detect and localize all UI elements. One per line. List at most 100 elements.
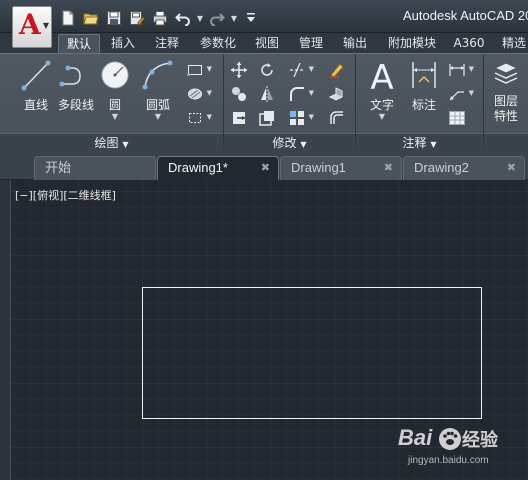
autocad-logo: A — [19, 8, 41, 41]
chevron-down-icon: ▼ — [42, 21, 49, 30]
polyline-icon — [59, 65, 81, 87]
array-button[interactable]: ▼ — [286, 108, 314, 128]
chevron-down-icon: ▼ — [122, 140, 129, 149]
fillet-button[interactable]: ▼ — [286, 84, 314, 104]
erase-button[interactable] — [326, 60, 348, 80]
title-bar: ▼ ▼ Autodesk AutoCAD 20 — [0, 0, 528, 33]
window-title: Autodesk AutoCAD 20 — [403, 8, 528, 23]
circle-label: 圆 — [108, 98, 121, 112]
mirror-button[interactable] — [256, 84, 278, 104]
table-button[interactable] — [446, 108, 468, 128]
explode-button[interactable] — [326, 84, 348, 104]
undo-dropdown-icon[interactable]: ▼ — [196, 14, 204, 23]
open-icon[interactable] — [81, 9, 101, 27]
baidu-watermark: Bai 经验 jingyan.baidu.com — [398, 425, 518, 471]
close-icon[interactable]: ✖ — [507, 157, 516, 179]
fillet-icon — [290, 87, 304, 101]
layer-properties-label-1: 图层 — [493, 94, 518, 108]
chevron-down-icon: ▼ — [300, 140, 307, 149]
paw-icon — [439, 428, 461, 450]
boundary-icon — [189, 113, 201, 123]
plot-icon[interactable] — [150, 9, 170, 27]
undo-icon[interactable] — [173, 9, 193, 27]
linear-dimension-icon — [449, 64, 465, 76]
scale-icon — [259, 111, 274, 126]
line-button[interactable]: 直线 — [18, 58, 54, 113]
text-icon: A — [370, 58, 393, 92]
tab-start[interactable]: 开始 — [34, 156, 156, 180]
tab-parametric[interactable]: 参数化 — [192, 34, 244, 53]
dimension-label: 标注 — [411, 98, 436, 112]
leader-button[interactable]: ▼ — [446, 84, 474, 104]
new-icon[interactable] — [58, 9, 78, 27]
watermark-url: jingyan.baidu.com — [408, 455, 489, 466]
polyline-button[interactable]: 多段线 — [56, 58, 96, 113]
dimension-button[interactable]: 标注 — [406, 58, 442, 113]
arc-icon — [142, 60, 173, 90]
array-icon — [290, 111, 304, 125]
tab-annotate[interactable]: 注释 — [148, 34, 186, 53]
tab-drawing2[interactable]: Drawing2 ✖ — [403, 156, 525, 180]
boundary-tool-button[interactable]: ▼ — [184, 108, 212, 128]
layer-properties-icon — [493, 62, 519, 84]
save-as-icon[interactable] — [127, 9, 147, 27]
chevron-down-icon: ▼ — [111, 112, 119, 121]
stretch-button[interactable] — [228, 108, 250, 128]
file-tab-bar: 开始 Drawing1* ✖ Drawing1 ✖ Drawing2 ✖ — [0, 150, 528, 180]
viewport-controls[interactable]: [−][俯视][二维线框] — [15, 187, 116, 203]
offset-button[interactable] — [326, 108, 348, 128]
trim-icon — [290, 62, 304, 78]
rotate-button[interactable] — [256, 60, 278, 80]
trim-button[interactable]: ▼ — [286, 60, 314, 80]
polyline-label: 多段线 — [57, 98, 94, 112]
application-menu-button[interactable]: A ▼ — [12, 6, 52, 48]
modify-panel: ▼ ▼ ▼ 修改 ▼ — [224, 54, 356, 151]
copy-button[interactable] — [228, 84, 250, 104]
modify-panel-title[interactable]: 修改 ▼ — [224, 133, 355, 151]
draw-panel-title[interactable]: 绘图 ▼ — [0, 133, 223, 151]
tab-a360[interactable]: A360 — [448, 34, 490, 53]
hatch-tool-button[interactable]: ▼ — [184, 84, 212, 104]
redo-icon[interactable] — [207, 9, 227, 27]
tab-view[interactable]: 视图 — [248, 34, 286, 53]
tab-output[interactable]: 输出 — [336, 34, 374, 53]
tab-default[interactable]: 默认 — [58, 34, 100, 53]
customize-icon[interactable] — [241, 9, 261, 27]
watermark-brand-cn: 经验 — [462, 430, 498, 451]
text-button[interactable]: A 文字 ▼ — [364, 58, 400, 121]
offset-icon — [330, 111, 343, 124]
tab-drawing1-label: Drawing1 — [291, 160, 346, 175]
close-icon[interactable]: ✖ — [384, 157, 393, 179]
tab-drawing1-modified-label: Drawing1* — [168, 160, 228, 175]
rotate-icon — [261, 63, 273, 76]
layer-properties-button[interactable]: 图层 特性 — [486, 58, 526, 124]
ribbon-tab-bar: 默认 插入 注释 参数化 视图 管理 输出 附加模块 A360 精选 — [0, 33, 528, 53]
close-icon[interactable]: ✖ — [261, 157, 270, 179]
layers-panel: 图层 特性 — [484, 54, 528, 151]
tab-addins[interactable]: 附加模块 — [380, 34, 444, 53]
quick-access-toolbar: ▼ ▼ — [58, 8, 261, 28]
watermark-brand: Bai — [398, 425, 433, 450]
canvas-left-edge — [0, 180, 10, 480]
scale-button[interactable] — [256, 108, 278, 128]
stretch-icon — [233, 112, 245, 124]
tab-insert[interactable]: 插入 — [104, 34, 142, 53]
arc-button[interactable]: 圆弧 ▼ — [138, 58, 178, 121]
linear-dim-button[interactable]: ▼ — [446, 60, 474, 80]
annotation-panel-title[interactable]: 注释 ▼ — [356, 133, 483, 151]
tab-featured[interactable]: 精选 — [496, 34, 528, 53]
circle-button[interactable]: 圆 ▼ — [98, 58, 132, 121]
save-icon[interactable] — [104, 9, 124, 27]
tab-drawing1-modified[interactable]: Drawing1* ✖ — [157, 156, 279, 180]
layers-panel-title[interactable] — [484, 133, 528, 151]
redo-dropdown-icon[interactable]: ▼ — [230, 14, 238, 23]
drawn-rectangle[interactable] — [142, 287, 482, 419]
explode-icon — [328, 87, 344, 101]
tab-manage[interactable]: 管理 — [292, 34, 330, 53]
line-icon — [21, 60, 51, 91]
move-button[interactable] — [228, 60, 250, 80]
ribbon: 直线 多段线 圆 ▼ 圆弧 ▼ ▼ ▼ ▼ 绘图 ▼ ▼ ▼ ▼ 修改 ▼ A … — [0, 53, 528, 151]
leader-icon — [449, 91, 464, 101]
tab-drawing1[interactable]: Drawing1 ✖ — [280, 156, 402, 180]
rectangle-tool-button[interactable]: ▼ — [184, 60, 212, 80]
